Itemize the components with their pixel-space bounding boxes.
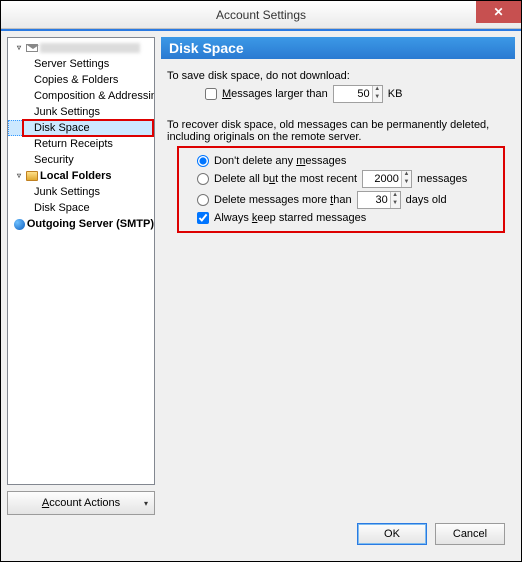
cancel-button[interactable]: Cancel: [435, 523, 505, 545]
chevron-down-icon: ▿: [14, 168, 24, 184]
tree-local-junk-settings[interactable]: Junk Settings: [8, 184, 154, 200]
account-settings-window: Account Settings ✕ ▿ Server Settings: [1, 1, 521, 561]
delete-but-recent-label-post: messages: [417, 173, 467, 185]
mail-icon: [26, 44, 38, 52]
tree-security[interactable]: Security: [8, 152, 154, 168]
content-panel: Disk Space To save disk space, do not do…: [161, 37, 515, 515]
chevron-down-icon: ▿: [14, 40, 24, 56]
keep-starred-checkbox[interactable]: [197, 212, 209, 224]
highlight-annotation-box: Don't delete any messages Delete all but…: [177, 146, 505, 233]
close-icon: ✕: [493, 5, 503, 19]
messages-larger-input[interactable]: [334, 86, 372, 102]
tree-return-receipts[interactable]: Return Receipts: [8, 136, 154, 152]
row-delete-more-than: Delete messages more than ▲▼ days old: [183, 191, 499, 209]
body-area: ▿ Server Settings Copies & Folders Compo…: [1, 29, 521, 561]
recover-intro-text: To recover disk space, old messages can …: [167, 119, 509, 143]
recent-count-spinner[interactable]: ▲▼: [362, 170, 412, 188]
titlebar: Account Settings ✕: [1, 1, 521, 29]
tree-account-mail[interactable]: ▿: [8, 40, 154, 56]
close-button[interactable]: ✕: [476, 1, 521, 23]
tree-local-disk-space[interactable]: Disk Space: [8, 200, 154, 216]
ok-button[interactable]: OK: [357, 523, 427, 545]
tree-server-settings[interactable]: Server Settings: [8, 56, 154, 72]
panel-body: To save disk space, do not download: Mes…: [161, 59, 515, 515]
dialog-footer: OK Cancel: [7, 515, 515, 555]
globe-icon: [14, 219, 25, 230]
account-name-redacted: [40, 43, 140, 53]
window-title: Account Settings: [216, 8, 306, 22]
spinner-arrows[interactable]: ▲▼: [401, 171, 411, 187]
tree-disk-space[interactable]: Disk Space: [8, 120, 154, 136]
delete-more-than-label-post: days old: [406, 194, 447, 206]
spinner-arrows[interactable]: ▲▼: [390, 192, 400, 208]
row-keep-starred: Always keep starred messages: [183, 212, 499, 224]
row-delete-but-recent: Delete all but the most recent ▲▼ messag…: [183, 170, 499, 188]
messages-larger-label: Messages larger than: [222, 88, 328, 100]
dont-delete-radio[interactable]: [197, 155, 209, 167]
row-dont-delete: Don't delete any messages: [183, 155, 499, 167]
sidebar: ▿ Server Settings Copies & Folders Compo…: [7, 37, 155, 515]
kb-label: KB: [388, 88, 403, 100]
delete-but-recent-label-pre: Delete all but the most recent: [214, 173, 357, 185]
tree-copies-folders[interactable]: Copies & Folders: [8, 72, 154, 88]
save-intro-text: To save disk space, do not download:: [167, 70, 509, 82]
recent-count-input[interactable]: [363, 171, 401, 187]
messages-larger-checkbox[interactable]: [205, 88, 217, 100]
days-spinner[interactable]: ▲▼: [357, 191, 401, 209]
tree-junk-settings[interactable]: Junk Settings: [8, 104, 154, 120]
dropdown-caret-icon: ▾: [144, 499, 148, 508]
messages-larger-spinner[interactable]: ▲▼: [333, 85, 383, 103]
main-row: ▿ Server Settings Copies & Folders Compo…: [7, 37, 515, 515]
tree-composition-addressing[interactable]: Composition & Addressing: [8, 88, 154, 104]
dont-delete-label: Don't delete any messages: [214, 155, 346, 167]
delete-more-than-radio[interactable]: [197, 194, 209, 206]
row-messages-larger-than: Messages larger than ▲▼ KB: [167, 85, 509, 103]
spinner-arrows[interactable]: ▲▼: [372, 86, 382, 102]
account-tree[interactable]: ▿ Server Settings Copies & Folders Compo…: [7, 37, 155, 485]
folder-icon: [26, 171, 38, 181]
days-input[interactable]: [358, 192, 390, 208]
panel-header: Disk Space: [161, 37, 515, 59]
account-actions-button[interactable]: Account Actions ▾: [7, 491, 155, 515]
delete-but-recent-radio[interactable]: [197, 173, 209, 185]
tree-local-folders[interactable]: ▿ Local Folders: [8, 168, 154, 184]
keep-starred-label: Always keep starred messages: [214, 212, 366, 224]
delete-more-than-label-pre: Delete messages more than: [214, 194, 352, 206]
tree-outgoing-server[interactable]: Outgoing Server (SMTP): [8, 216, 154, 232]
